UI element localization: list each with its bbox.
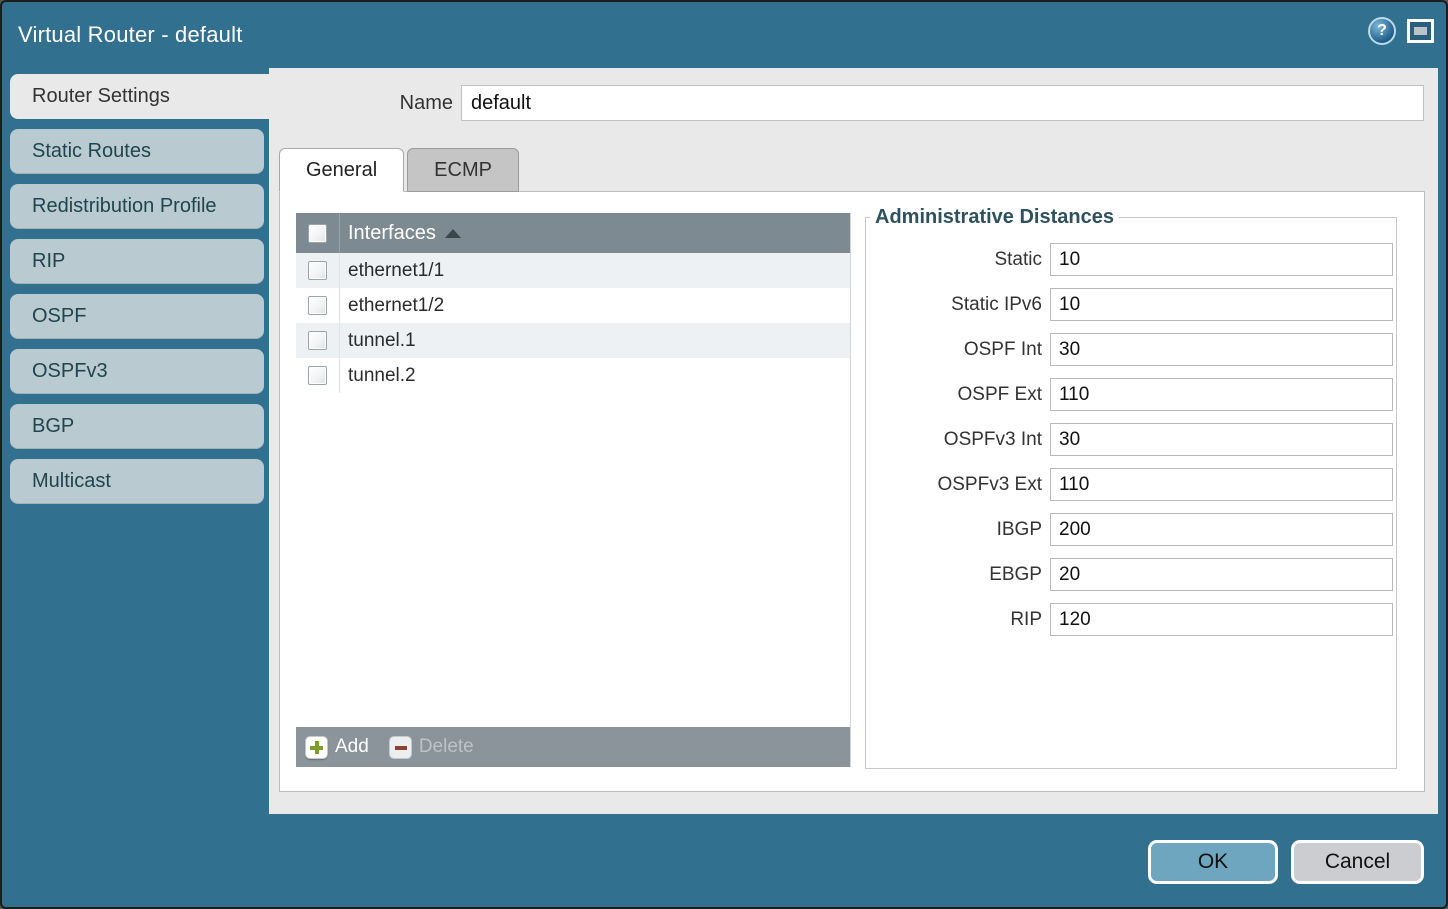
interface-name: ethernet1/2 bbox=[340, 295, 444, 317]
general-tab-panel: Interfaces ethernet1/1 ethernet1/2 tunne… bbox=[279, 191, 1425, 792]
interface-name: tunnel.2 bbox=[340, 365, 416, 387]
administrative-distances-title: Administrative Distances bbox=[870, 206, 1119, 229]
table-row[interactable]: tunnel.1 bbox=[296, 323, 850, 358]
ibgp-label: IBGP bbox=[866, 513, 1050, 546]
sort-ascending-icon bbox=[445, 229, 461, 238]
table-row[interactable]: ethernet1/2 bbox=[296, 288, 850, 323]
ospf-int-field[interactable] bbox=[1050, 333, 1393, 366]
restore-window-icon[interactable] bbox=[1407, 19, 1434, 43]
table-row[interactable]: tunnel.2 bbox=[296, 358, 850, 393]
cancel-button[interactable]: Cancel bbox=[1291, 840, 1424, 884]
ospf-int-label: OSPF Int bbox=[866, 333, 1050, 366]
sidebar-item-ospf[interactable]: OSPF bbox=[10, 294, 264, 339]
row-checkbox[interactable] bbox=[308, 261, 327, 280]
ebgp-field[interactable] bbox=[1050, 558, 1393, 591]
name-input[interactable] bbox=[461, 85, 1424, 121]
sidebar-item-static-routes[interactable]: Static Routes bbox=[10, 129, 264, 174]
ok-button[interactable]: OK bbox=[1148, 840, 1278, 884]
static-label: Static bbox=[866, 243, 1050, 276]
tab-general[interactable]: General bbox=[279, 148, 404, 192]
sidebar-item-redistribution-profile[interactable]: Redistribution Profile bbox=[10, 184, 264, 229]
name-label: Name bbox=[269, 85, 461, 121]
help-icon[interactable]: ? bbox=[1368, 17, 1396, 45]
ibgp-field[interactable] bbox=[1050, 513, 1393, 546]
name-row: Name bbox=[269, 85, 1424, 121]
ospf-ext-label: OSPF Ext bbox=[866, 378, 1050, 411]
ospfv3-int-label: OSPFv3 Int bbox=[866, 423, 1050, 456]
dialog-title: Virtual Router - default bbox=[2, 22, 243, 48]
row-checkbox[interactable] bbox=[308, 296, 327, 315]
sidebar: Router Settings Static Routes Redistribu… bbox=[2, 68, 269, 907]
interfaces-header-label: Interfaces bbox=[348, 222, 436, 245]
administrative-distances-fieldset: Administrative Distances Static Static I… bbox=[865, 206, 1397, 769]
sidebar-item-router-settings[interactable]: Router Settings bbox=[10, 74, 269, 119]
interface-name: tunnel.1 bbox=[340, 330, 416, 352]
interfaces-column-header[interactable]: Interfaces bbox=[340, 222, 461, 245]
sidebar-item-multicast[interactable]: Multicast bbox=[10, 459, 264, 504]
table-footer: Add Delete bbox=[296, 727, 850, 767]
select-all-checkbox[interactable] bbox=[308, 224, 327, 243]
delete-button[interactable]: Delete bbox=[389, 736, 474, 759]
sidebar-item-rip[interactable]: RIP bbox=[10, 239, 264, 284]
row-checkbox[interactable] bbox=[308, 366, 327, 385]
ospf-ext-field[interactable] bbox=[1050, 378, 1393, 411]
static-field[interactable] bbox=[1050, 243, 1393, 276]
add-plus-icon bbox=[305, 736, 328, 759]
table-empty-area bbox=[296, 393, 850, 727]
interfaces-table: Interfaces ethernet1/1 ethernet1/2 tunne… bbox=[296, 213, 851, 767]
title-bar: Virtual Router - default ? bbox=[2, 2, 1446, 68]
virtual-router-dialog: Virtual Router - default ? Router Settin… bbox=[0, 0, 1448, 909]
table-row[interactable]: ethernet1/1 bbox=[296, 253, 850, 288]
ospfv3-ext-label: OSPFv3 Ext bbox=[866, 468, 1050, 501]
ebgp-label: EBGP bbox=[866, 558, 1050, 591]
delete-minus-icon bbox=[389, 736, 412, 759]
interfaces-table-header: Interfaces bbox=[296, 213, 850, 253]
static-ipv6-field[interactable] bbox=[1050, 288, 1393, 321]
content-area: Name General ECMP Interfaces ethernet1 bbox=[269, 68, 1438, 814]
static-ipv6-label: Static IPv6 bbox=[866, 288, 1050, 321]
rip-label: RIP bbox=[866, 603, 1050, 636]
ospfv3-ext-field[interactable] bbox=[1050, 468, 1393, 501]
sidebar-item-ospfv3[interactable]: OSPFv3 bbox=[10, 349, 264, 394]
interface-name: ethernet1/1 bbox=[340, 260, 444, 282]
tab-ecmp[interactable]: ECMP bbox=[407, 148, 519, 192]
delete-button-label: Delete bbox=[419, 736, 474, 758]
add-button-label: Add bbox=[335, 736, 369, 758]
add-button[interactable]: Add bbox=[305, 736, 369, 759]
rip-field[interactable] bbox=[1050, 603, 1393, 636]
tab-strip: General ECMP bbox=[279, 148, 519, 192]
row-checkbox[interactable] bbox=[308, 331, 327, 350]
sidebar-item-bgp[interactable]: BGP bbox=[10, 404, 264, 449]
ospfv3-int-field[interactable] bbox=[1050, 423, 1393, 456]
